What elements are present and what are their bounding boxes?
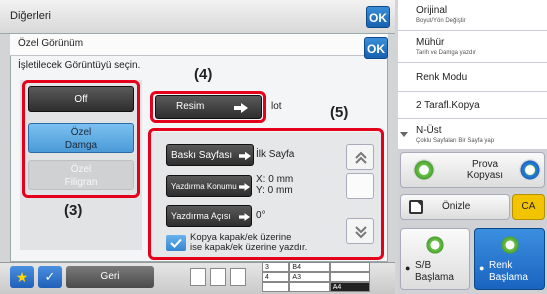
- highlight-box-3: [22, 80, 140, 198]
- lot-text: lot: [271, 101, 282, 112]
- annotation-number-5: (5): [330, 104, 349, 121]
- geri-button[interactable]: Geri: [66, 266, 154, 288]
- paper-tray-table: 3 B4 4 A3 A4: [262, 262, 370, 292]
- function-item-label: Orijinal: [416, 5, 448, 16]
- tray-size: A3: [289, 272, 330, 282]
- annotation-number-4: (4): [194, 66, 213, 83]
- tray-number: 3: [262, 262, 290, 272]
- function-item-orijinal[interactable]: Orijinal Boyut/Yön Değiştir: [398, 0, 547, 31]
- top-bar: [0, 0, 395, 34]
- top-ok-button[interactable]: OK: [366, 6, 390, 28]
- ca-button[interactable]: CA: [512, 194, 545, 220]
- sb-start-icon: [425, 235, 445, 255]
- tray-icon[interactable]: [230, 268, 246, 286]
- tray-icon[interactable]: [190, 268, 206, 286]
- function-item-renk-modu[interactable]: Renk Modu: [398, 64, 547, 92]
- function-item-sub: Tarih ve Damga yazdır: [416, 50, 477, 56]
- annotation-number-3: (3): [64, 202, 83, 219]
- renk-start-icon: [500, 235, 520, 255]
- function-item-label: 2 Tarafl.Kopya: [416, 100, 480, 111]
- renk-start-label-1: Renk: [489, 260, 513, 271]
- renk-start-button[interactable]: ● Renk Başlama: [474, 228, 545, 290]
- selected-paper-size: A4: [329, 282, 370, 292]
- tray-icon[interactable]: [210, 268, 226, 286]
- start-blue-icon: [519, 159, 541, 181]
- onizle-label: Önizle: [442, 201, 471, 212]
- prova-kopyasi-label: Prova Kopyası: [466, 159, 504, 181]
- sb-start-label-2: Başlama: [415, 272, 454, 283]
- function-item-muhur[interactable]: Mühür Tarih ve Damga yazdır: [398, 32, 547, 63]
- function-item-label: Mühür: [416, 37, 445, 48]
- radio-dot-icon: ●: [479, 263, 485, 273]
- function-item-n-ust[interactable]: N-Üst Çoklu Sayfaları Bir Sayfa yap: [398, 120, 547, 150]
- highlight-box-5: [148, 128, 384, 260]
- tray-number: 4: [262, 272, 290, 282]
- dialog-title: Özel Görünüm: [18, 38, 84, 49]
- dialog-instruction: İşletilecek Görüntüyü seçin.: [18, 60, 141, 71]
- function-item-2-tarafli[interactable]: 2 Tarafl.Kopya: [398, 93, 547, 119]
- dialog-ok-button[interactable]: OK: [364, 37, 388, 59]
- favorite-star-icon[interactable]: ★: [10, 266, 34, 288]
- check-chevron-icon[interactable]: ✓: [38, 266, 62, 288]
- radio-dot-icon: ●: [405, 263, 411, 273]
- highlight-box-4: [150, 91, 266, 123]
- scroll-down-arrow-icon[interactable]: [400, 132, 408, 137]
- tray-size: B4: [289, 262, 330, 272]
- function-item-sub: Boyut/Yön Değiştir: [416, 18, 466, 24]
- renk-start-label-2: Başlama: [489, 272, 528, 283]
- sb-start-button[interactable]: ● S/B Başlama: [400, 228, 470, 290]
- sb-start-label-1: S/B: [415, 260, 432, 271]
- start-green-icon: [413, 159, 435, 181]
- function-item-sub: Çoklu Sayfaları Bir Sayfa yap: [416, 138, 495, 144]
- top-bar-title: Diğerleri: [10, 10, 51, 22]
- function-item-label: Renk Modu: [416, 72, 468, 83]
- function-item-label: N-Üst: [416, 125, 442, 136]
- copier-screen: Diğerleri OK Orijinal Boyut/Yön Değiştir…: [0, 0, 547, 294]
- preview-icon: [409, 200, 423, 214]
